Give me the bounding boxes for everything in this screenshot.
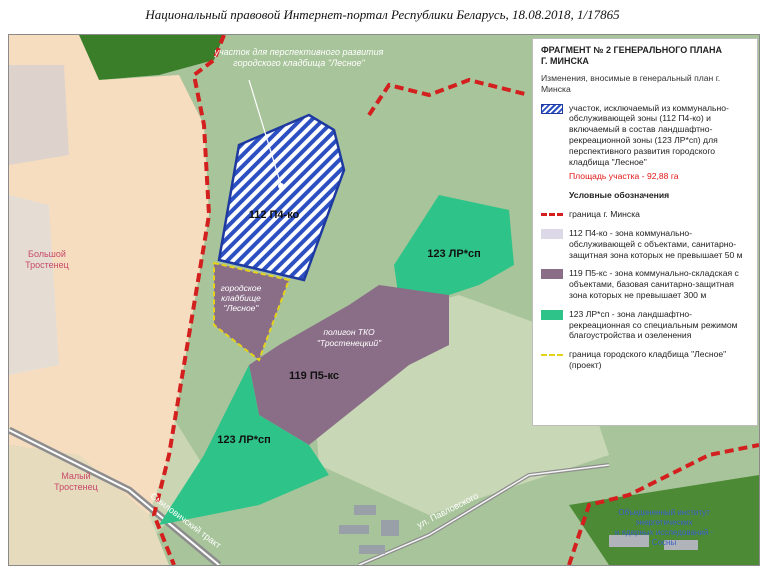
institute-label-3: и ядерных исследований - xyxy=(615,528,714,537)
building-shape xyxy=(354,505,376,515)
green-square-icon xyxy=(541,309,563,320)
lilac-square-icon xyxy=(541,228,563,239)
legend-panel: ФРАГМЕНТ № 2 ГЕНЕРАЛЬНОГО ПЛАНА Г. МИНСК… xyxy=(532,38,758,426)
settlement-label-2: Тростенец xyxy=(25,260,69,270)
legend-row-p5: 119 П5-кс - зона коммунально-складская с… xyxy=(541,268,749,300)
legend-row-cemetery: граница городского кладбища "Лесное" (пр… xyxy=(541,349,749,371)
institute-label-4: Сосны xyxy=(652,538,677,547)
leader-point xyxy=(278,183,284,189)
legend-subtitle: Изменения, вносимые в генеральный план г… xyxy=(541,73,721,94)
institute-label-1: Объединенный институт xyxy=(618,508,710,517)
building-shape xyxy=(339,525,369,534)
cemetery-label-1: городское xyxy=(221,283,262,293)
dashed-yellow-line-icon xyxy=(541,350,563,360)
settlement-label-3: Малый xyxy=(61,471,90,481)
landfill-label-1: полигон ТКО xyxy=(323,327,375,337)
legend-item-text: граница г. Минска xyxy=(569,208,640,219)
legend-row-border: граница г. Минска xyxy=(541,209,749,220)
settlement-label-1: Большой xyxy=(28,249,66,259)
page-header: Национальный правовой Интернет-портал Ре… xyxy=(145,7,620,22)
zone-label-p5: 119 П5-кс xyxy=(289,370,339,382)
institute-label-2: энергетических xyxy=(635,518,692,527)
cemetery-label-3: "Лесное" xyxy=(224,303,260,313)
cemetery-label-2: кладбище xyxy=(221,293,261,303)
building-shape xyxy=(381,520,399,536)
landfill-label-2: "Тростенецкий" xyxy=(317,338,382,348)
zone-label-lr-south: 123 ЛР*сп xyxy=(217,434,271,446)
purple-square-icon xyxy=(541,269,563,280)
legend-item-text: 123 ЛР*сп - зона ландшафтно-рекреационна… xyxy=(569,308,738,341)
legend-hatch-text: участок, исключаемый из коммунально-обсл… xyxy=(569,102,729,167)
legend-title-2: Г. МИНСКА xyxy=(541,56,589,66)
dashed-red-line-icon xyxy=(541,210,563,220)
legend-title-1: ФРАГМЕНТ № 2 ГЕНЕРАЛЬНОГО ПЛАНА xyxy=(541,45,723,55)
zone-label-lr-east: 123 ЛР*сп xyxy=(427,248,481,260)
conventions-title: Условные обозначения xyxy=(569,190,670,201)
legend-row-p4: 112 П4-ко - зона коммунально-обслуживающ… xyxy=(541,228,749,260)
area-text: Площадь участка - 92,88 га xyxy=(569,171,679,182)
legend-item-text: 119 П5-кс - зона коммунально-складская с… xyxy=(569,268,739,300)
reserve-note-1: участок для перспективного развития xyxy=(214,47,384,57)
building-shape xyxy=(359,545,385,554)
reserve-note-2: городского кладбища "Лесное" xyxy=(233,58,365,68)
blue-hatch-icon xyxy=(541,103,563,114)
built-up-area xyxy=(9,65,69,165)
legend-item-text: 112 П4-ко - зона коммунально-обслуживающ… xyxy=(569,227,743,260)
legend-row-hatch: участок, исключаемый из коммунально-обсл… xyxy=(541,103,749,168)
settlement-label-4: Тростенец xyxy=(54,482,98,492)
legend-item-text: граница городского кладбища "Лесное" (пр… xyxy=(569,349,727,370)
zone-label-p4: 112 П4-ко xyxy=(249,209,300,221)
legend-row-lr: 123 ЛР*сп - зона ландшафтно-рекреационна… xyxy=(541,309,749,341)
